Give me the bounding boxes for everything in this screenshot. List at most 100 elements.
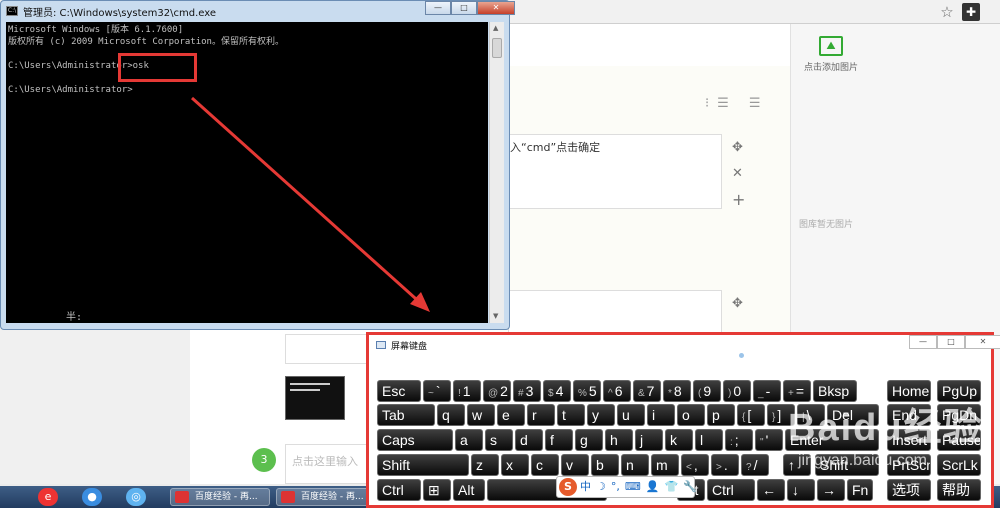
osk-maximize-button[interactable]: □ [937, 335, 965, 349]
key-l[interactable]: l [695, 429, 723, 451]
key-k[interactable]: k [665, 429, 693, 451]
key-help[interactable]: 帮助 [937, 479, 981, 501]
ime-moon-icon[interactable]: ☽ [596, 480, 606, 493]
key-period[interactable]: >. [711, 454, 739, 476]
key-7[interactable]: & 7 [633, 380, 661, 402]
key-lalt[interactable]: Alt [453, 479, 485, 501]
key-n[interactable]: n [621, 454, 649, 476]
scroll-down-icon[interactable]: ▼ [493, 312, 498, 320]
sogou-ime-toolbar[interactable]: S 中 ☽ °, ⌨ 👤 👕 🔧 [556, 476, 697, 498]
key-prtscn[interactable]: PrtScn [887, 454, 931, 476]
cmd-scrollbar[interactable]: ▲ ▼ [489, 22, 504, 323]
app-icon-1[interactable]: e [38, 488, 58, 506]
ime-keyboard-icon[interactable]: ⌨ [625, 480, 641, 493]
move-icon[interactable]: ✥ [732, 140, 743, 155]
osk-close-button[interactable]: ✕ [965, 335, 1000, 349]
taskbar-task-1[interactable]: 百度经验 - 再... [170, 488, 270, 506]
key-slash[interactable]: ? / [741, 454, 769, 476]
key-lctrl[interactable]: Ctrl [377, 479, 421, 501]
key-x[interactable]: x [501, 454, 529, 476]
key-enter[interactable]: Enter [785, 429, 879, 451]
sogou-logo-icon[interactable]: S [559, 478, 577, 496]
move-icon-2[interactable]: ✥ [732, 296, 743, 311]
key-minus[interactable]: _ - [753, 380, 781, 402]
step-content-box[interactable] [285, 334, 367, 364]
key-b[interactable]: b [591, 454, 619, 476]
key-pgdn[interactable]: PgDn [937, 404, 981, 426]
key-bksp[interactable]: Bksp [813, 380, 857, 402]
key-5[interactable]: % 5 [573, 380, 601, 402]
add-image-button[interactable]: ⛰ 点击添加图片 [791, 24, 871, 86]
maximize-button[interactable]: □ [451, 1, 477, 15]
key-r[interactable]: r [527, 404, 555, 426]
key-c[interactable]: c [531, 454, 559, 476]
key-esc[interactable]: Esc [377, 380, 421, 402]
step-input[interactable]: 点击这里输入 [285, 444, 369, 484]
key-scrlk[interactable]: ScrLk [937, 454, 981, 476]
minimize-button[interactable]: — [425, 1, 451, 15]
key-insert[interactable]: Insert [887, 429, 931, 451]
key-1[interactable]: ! 1 [453, 380, 481, 402]
scroll-thumb[interactable] [492, 38, 502, 58]
key-e[interactable]: e [497, 404, 525, 426]
ime-settings-icon[interactable]: 🔧 [683, 480, 697, 493]
add-icon[interactable]: + [732, 190, 745, 209]
list-format-icons[interactable]: ⁝☰ ☰ [705, 96, 769, 111]
key-p[interactable]: p [707, 404, 735, 426]
osk-minimize-button[interactable]: — [909, 335, 937, 349]
step-thumbnail-image[interactable] [285, 376, 345, 420]
key-pause[interactable]: Pause [937, 429, 981, 451]
extension-icon[interactable]: ✚ [962, 3, 980, 21]
ime-mode[interactable]: 中 [580, 480, 591, 493]
key-z[interactable]: z [471, 454, 499, 476]
key-end[interactable]: End [887, 404, 931, 426]
key-pgup[interactable]: PgUp [937, 380, 981, 402]
key-equals[interactable]: + = [783, 380, 811, 402]
key-home[interactable]: Home [887, 380, 931, 402]
key-options[interactable]: 选项 [887, 479, 931, 501]
key-rctrl[interactable]: Ctrl [707, 479, 755, 501]
ime-punct-icon[interactable]: °, [611, 480, 620, 493]
key-6[interactable]: ^ 6 [603, 380, 631, 402]
key-a[interactable]: a [455, 429, 483, 451]
key-3[interactable]: #3 [513, 380, 541, 402]
key-9[interactable]: (9 [693, 380, 721, 402]
key-s[interactable]: s [485, 429, 513, 451]
key-rshift[interactable]: Shift [815, 454, 879, 476]
key-j[interactable]: j [635, 429, 663, 451]
app-icon-2[interactable]: ● [82, 488, 102, 506]
key-rbracket[interactable]: }] [767, 404, 795, 426]
key-win[interactable]: ⊞ [423, 479, 451, 501]
key-t[interactable]: t [557, 404, 585, 426]
scroll-up-icon[interactable]: ▲ [493, 24, 498, 32]
key-v[interactable]: v [561, 454, 589, 476]
key-backslash[interactable]: | \ [797, 404, 825, 426]
key-d[interactable]: d [515, 429, 543, 451]
delete-icon[interactable]: ✕ [732, 166, 743, 181]
key-down[interactable]: ↓ [787, 479, 815, 501]
key-tilde[interactable]: ~ ` [423, 380, 451, 402]
key-quote[interactable]: " ' [755, 429, 783, 451]
key-m[interactable]: m [651, 454, 679, 476]
key-fn[interactable]: Fn [847, 479, 873, 501]
key-lshift[interactable]: Shift [377, 454, 469, 476]
key-g[interactable]: g [575, 429, 603, 451]
key-comma[interactable]: <, [681, 454, 709, 476]
key-semicolon[interactable]: :; [725, 429, 753, 451]
close-button[interactable]: ✕ [477, 1, 515, 15]
ime-user-icon[interactable]: 👤 [646, 480, 660, 493]
key-caps[interactable]: Caps [377, 429, 453, 451]
key-0[interactable]: ) 0 [723, 380, 751, 402]
bookmark-star-icon[interactable]: ☆ [938, 3, 956, 21]
key-h[interactable]: h [605, 429, 633, 451]
key-8[interactable]: * 8 [663, 380, 691, 402]
key-left[interactable]: ← [757, 479, 785, 501]
key-del[interactable]: Del [827, 404, 879, 426]
key-q[interactable]: q [437, 404, 465, 426]
key-up[interactable]: ↑ [783, 454, 811, 476]
ime-skin-icon[interactable]: 👕 [664, 480, 678, 493]
key-w[interactable]: w [467, 404, 495, 426]
key-y[interactable]: y [587, 404, 615, 426]
app-icon-3[interactable]: ◎ [126, 488, 146, 506]
key-o[interactable]: o [677, 404, 705, 426]
